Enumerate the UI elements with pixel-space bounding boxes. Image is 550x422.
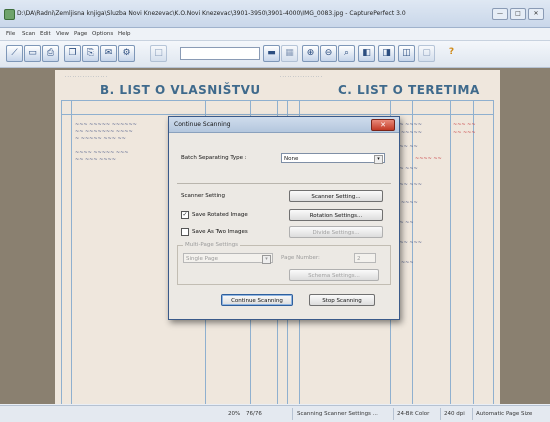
dialog-separator: [177, 183, 391, 184]
maximize-button[interactable]: □: [510, 8, 526, 20]
sheet-title-encumbrances: C. LIST O TERETIMA: [338, 83, 480, 97]
table-rule: [450, 100, 451, 404]
handwritten-entry: ~~~~ ~~~~~ ~~~: [75, 150, 129, 156]
status-page-size: Automatic Page Size: [476, 411, 533, 417]
menu-bar: File Scan Edit View Page Options Help: [0, 28, 550, 41]
stop-scanning-button[interactable]: Stop Scanning: [309, 294, 375, 306]
dialog-close-button[interactable]: ✕: [371, 119, 395, 131]
menu-edit[interactable]: Edit: [40, 31, 51, 37]
page-number-field: 2: [354, 253, 376, 263]
blank-icon: □: [150, 45, 167, 62]
help-icon[interactable]: ?: [444, 45, 459, 60]
continue-scanning-dialog: Continue Scanning ✕ Batch Separating Typ…: [168, 116, 400, 320]
zoom-out-icon[interactable]: ⊖: [320, 45, 337, 62]
mail-icon[interactable]: ✉: [100, 45, 117, 62]
page-mode-select: Single Page ▾: [183, 253, 273, 264]
open-icon[interactable]: ⟋: [6, 45, 23, 62]
title-bar: D:\DA\Radni\Zemljisna knjiga\Sluzba Novi…: [0, 0, 550, 28]
status-dpi: 240 dpi: [444, 411, 465, 417]
sheet-title-ownership: B. LIST O VLASNIŠTVU: [100, 83, 261, 97]
save-rotated-checkbox[interactable]: ✓: [181, 211, 189, 219]
table-rule: [71, 100, 72, 404]
page-next-icon[interactable]: ◨: [378, 45, 395, 62]
batch-separating-label: Batch Separating Type :: [181, 155, 247, 161]
window-controls: — □ ✕: [492, 8, 544, 20]
save-two-images-checkbox[interactable]: [181, 228, 189, 236]
page-mode-value: Single Page: [186, 256, 218, 262]
save-rotated-label: Save Rotated Image: [192, 212, 248, 218]
toolbar: ⟋ ▭ ⎙ ❐ ⎘ ✉ ⚙ □ ▬ ▦ ⊕ ⊖ ⌕ ◧ ◨ ◫ ▢ ?: [0, 41, 550, 68]
page-combo[interactable]: [180, 47, 260, 60]
disabled-icon: ▢: [418, 45, 435, 62]
status-divider: [440, 408, 441, 420]
continue-scanning-button[interactable]: Continue Scanning: [221, 294, 293, 306]
save-two-images-label: Save As Two Images: [192, 229, 248, 235]
table-rule: [473, 100, 474, 404]
rotation-settings-button[interactable]: Rotation Settings...: [289, 209, 383, 221]
app-icon: [4, 9, 15, 20]
status-page: 76/76: [246, 411, 262, 417]
dialog-title-bar: Continue Scanning ✕: [169, 117, 399, 133]
menu-scan[interactable]: Scan: [22, 31, 35, 37]
menu-view[interactable]: View: [56, 31, 69, 37]
table-rule: [493, 100, 494, 404]
handwritten-red-note: ~~ ~~~: [453, 130, 476, 136]
handwritten-red-note: ~~~~ ~~: [415, 156, 442, 162]
page-number-value: 2: [357, 256, 361, 262]
minimize-button[interactable]: —: [492, 8, 508, 20]
handwritten-entry: ~~ ~~~ ~~~~: [75, 157, 116, 163]
handwritten-entry: ~~ ~~~~~~~ ~~~~: [75, 129, 133, 135]
sheet-header-left: · · · · · · · · · · · · · · · · ·: [65, 74, 107, 79]
menu-file[interactable]: File: [6, 31, 15, 37]
table-rule: [61, 100, 62, 404]
schema-settings-button: Schema Settings...: [289, 269, 379, 281]
batch-separating-value: None: [284, 156, 299, 162]
status-color: 24-Bit Color: [397, 411, 430, 417]
handwritten-red-note: ~~~ ~~: [453, 122, 476, 128]
menu-help[interactable]: Help: [118, 31, 131, 37]
page-number-label: Page Number:: [281, 255, 320, 261]
status-zoom: 20%: [228, 411, 241, 417]
handwritten-entry: ~~~ ~~~~~ ~~~~~~: [75, 122, 137, 128]
page-prev-icon[interactable]: ◧: [358, 45, 375, 62]
scanner-setting-button[interactable]: Scanner Setting...: [289, 190, 383, 202]
dialog-title: Continue Scanning: [174, 121, 231, 128]
status-bar: 20% 76/76 Scanning Scanner Settings ... …: [0, 405, 550, 422]
scanner-setting-label: Scanner Setting: [181, 193, 225, 199]
copy-icon[interactable]: ❐: [64, 45, 81, 62]
settings-icon[interactable]: ⚙: [118, 45, 135, 62]
rotate-icon[interactable]: ◫: [398, 45, 415, 62]
fit-width-icon[interactable]: ▬: [263, 45, 280, 62]
chevron-down-icon: ▾: [374, 155, 383, 164]
divide-settings-button: Divide Settings...: [289, 226, 383, 238]
save-icon[interactable]: ▭: [24, 45, 41, 62]
batch-separating-select[interactable]: None ▾: [281, 153, 385, 164]
fit-page-icon: ▦: [281, 45, 298, 62]
window-title: D:\DA\Radni\Zemljisna knjiga\Sluzba Novi…: [17, 10, 406, 17]
close-window-button[interactable]: ✕: [528, 8, 544, 20]
print-icon[interactable]: ⎘: [82, 45, 99, 62]
handwritten-entry: ~ ~~~~~ ~~~ ~~: [75, 136, 126, 142]
sheet-header-right: · · · · · · · · · · · · · · · · ·: [280, 74, 322, 79]
status-message: Scanning Scanner Settings ...: [297, 411, 378, 417]
status-divider: [393, 408, 394, 420]
multipage-settings-label: Multi-Page Settings: [183, 242, 241, 248]
menu-options[interactable]: Options: [92, 31, 113, 37]
chevron-down-icon: ▾: [262, 255, 271, 264]
status-divider: [472, 408, 473, 420]
status-divider: [292, 408, 293, 420]
menu-page[interactable]: Page: [74, 31, 87, 37]
zoom-in-icon[interactable]: ⊕: [302, 45, 319, 62]
scan-icon[interactable]: ⎙: [42, 45, 59, 62]
zoom-window-icon[interactable]: ⌕: [338, 45, 355, 62]
